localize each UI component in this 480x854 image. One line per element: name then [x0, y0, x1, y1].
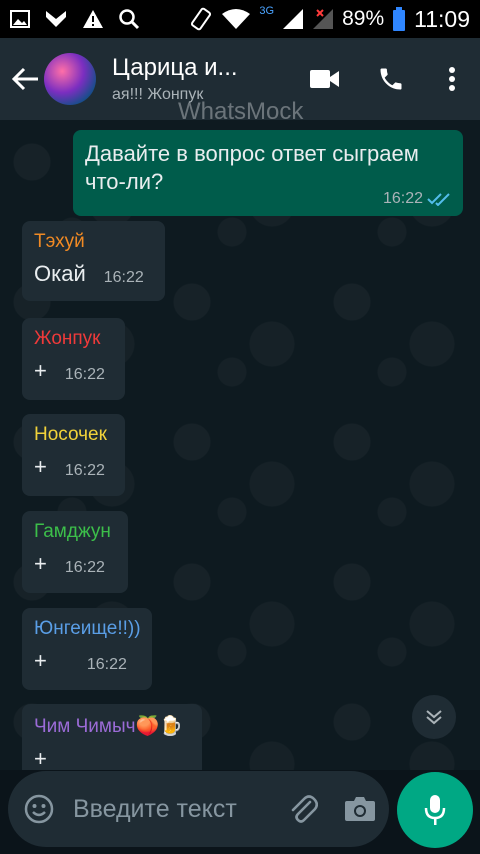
message-text: Давайте в вопрос ответ сыграем что-ли? — [85, 141, 419, 194]
message-bubble-incoming[interactable]: Носочек + 16:22 — [22, 414, 125, 496]
message-time: 16:22 — [382, 190, 423, 207]
message-text: + — [34, 551, 47, 576]
message-list[interactable]: Давайте в вопрос ответ сыграем что-ли? 1… — [0, 120, 480, 770]
chat-title-block[interactable]: Царица и... ая!!! Жонпук — [112, 54, 272, 104]
more-options-button[interactable] — [424, 38, 480, 120]
gallery-icon — [10, 10, 30, 28]
search-icon — [119, 9, 140, 30]
sender-name: Носочек — [34, 424, 107, 445]
smiley-icon — [25, 794, 54, 824]
message-bubble-incoming[interactable]: Чим Чимыч🍑🍺 + — [22, 704, 202, 770]
voice-record-button[interactable] — [397, 772, 473, 848]
message-time: 16:22 — [103, 269, 144, 286]
message-bubble-incoming[interactable]: Юнгеище!!)) + 16:22 — [22, 608, 152, 690]
paperclip-icon — [292, 795, 319, 823]
screen-rotation-icon — [191, 7, 212, 31]
message-text: + — [34, 648, 47, 673]
group-avatar[interactable] — [44, 53, 96, 105]
message-bubble-outgoing[interactable]: Давайте в вопрос ответ сыграем что-ли? 1… — [73, 130, 463, 216]
message-composer — [8, 771, 389, 847]
message-bubble-incoming[interactable]: Тэхуй Окай 16:22 — [22, 221, 165, 301]
kebab-menu-icon — [449, 67, 455, 91]
camera-icon — [345, 797, 376, 821]
double-chevron-down-icon — [426, 710, 442, 725]
wifi-icon — [222, 9, 251, 29]
app-notification-icon — [46, 11, 66, 27]
scroll-to-bottom-button[interactable] — [412, 695, 456, 739]
message-text: Окай — [34, 261, 86, 286]
battery-percent: 89% — [342, 7, 385, 30]
double-check-read-icon — [427, 193, 450, 206]
warning-icon — [83, 10, 103, 28]
camera-button[interactable] — [332, 796, 389, 822]
network-type-label: 3G — [259, 5, 275, 17]
sender-name: Юнгеище!!)) — [34, 618, 141, 639]
sender-name: Тэхуй — [34, 231, 85, 252]
signal-no-data-icon — [313, 9, 334, 29]
battery-icon — [393, 7, 406, 31]
message-time: 16:22 — [64, 559, 105, 576]
phone-icon — [380, 68, 402, 90]
message-time: 16:22 — [86, 656, 127, 673]
message-text: + — [34, 454, 47, 479]
microphone-icon — [424, 795, 446, 825]
sender-name: Жонпук — [34, 328, 101, 349]
sender-name: Гамджун — [34, 521, 111, 542]
sender-name: Чим Чимыч🍑🍺 — [34, 716, 183, 737]
clock: 11:09 — [414, 5, 470, 32]
message-text: + — [34, 746, 47, 770]
back-button[interactable] — [0, 38, 50, 120]
signal-icon — [283, 9, 304, 29]
status-bar: 3G 89% 11:09 — [0, 0, 480, 38]
message-bubble-incoming[interactable]: Жонпук + 16:22 — [22, 318, 125, 400]
arrow-left-icon — [11, 67, 38, 91]
message-time: 16:22 — [64, 462, 105, 479]
emoji-button[interactable] — [8, 794, 71, 824]
voice-call-button[interactable] — [358, 38, 424, 120]
watermark: WhatsMock — [178, 98, 304, 125]
message-bubble-incoming[interactable]: Гамджун + 16:22 — [22, 511, 128, 593]
chat-title: Царица и... — [112, 54, 238, 81]
message-time: 16:22 — [64, 366, 105, 383]
message-input[interactable] — [70, 793, 275, 825]
video-camera-icon — [310, 70, 339, 88]
attach-button[interactable] — [275, 792, 332, 826]
message-text: + — [34, 358, 47, 383]
